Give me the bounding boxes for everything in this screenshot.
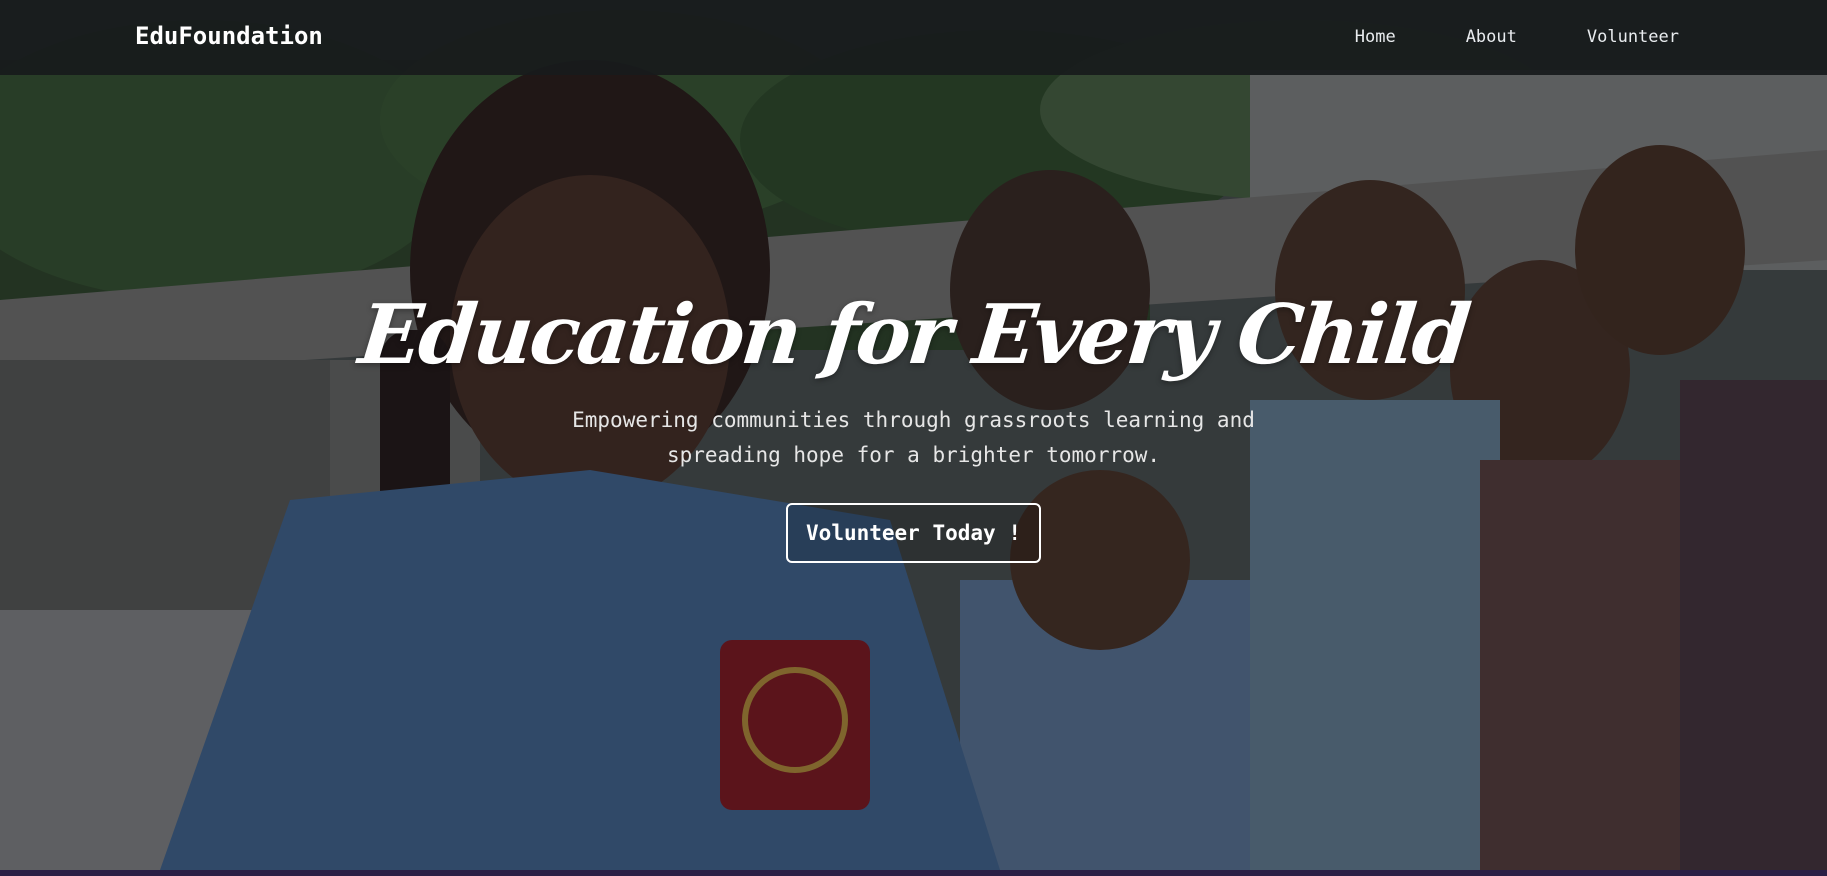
hero-content: Education for Every Child Empowering com… xyxy=(0,285,1827,563)
nav-link-volunteer[interactable]: Volunteer xyxy=(1587,27,1679,47)
bottom-bar xyxy=(0,870,1827,876)
nav-link-about[interactable]: About xyxy=(1466,27,1517,47)
page: Education for Every Child Empowering com… xyxy=(0,0,1827,876)
hero-subtitle: Empowering communities through grassroot… xyxy=(572,408,1255,467)
navbar: EduFoundation Home About Volunteer xyxy=(0,0,1827,75)
hero-section: Education for Every Child Empowering com… xyxy=(0,0,1827,870)
brand-logo[interactable]: EduFoundation xyxy=(135,22,323,50)
nav-links: Home About Volunteer xyxy=(1355,27,1679,47)
hero-title: Education for Every Child xyxy=(354,287,1473,383)
nav-link-home[interactable]: Home xyxy=(1355,27,1396,47)
volunteer-today-button[interactable]: Volunteer Today ! xyxy=(786,503,1041,563)
